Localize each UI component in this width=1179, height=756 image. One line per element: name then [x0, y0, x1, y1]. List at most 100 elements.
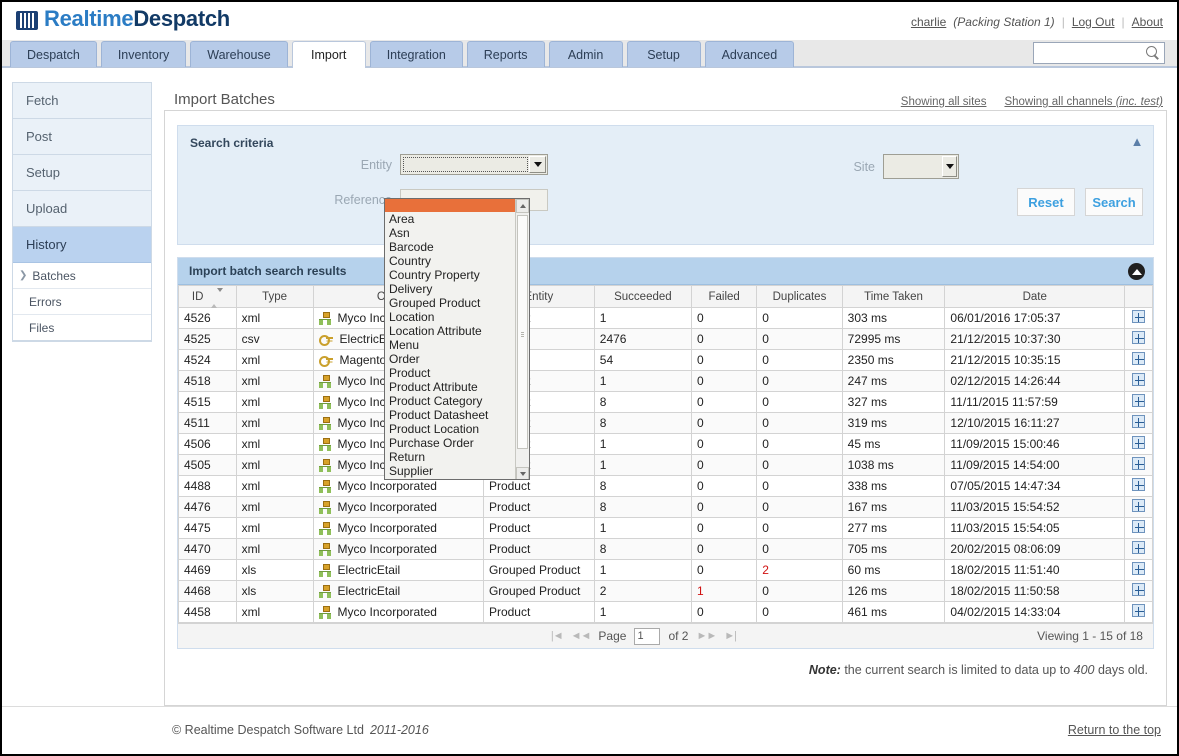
dropdown-option[interactable]: Product Location	[385, 422, 529, 436]
dropdown-option[interactable]: Area	[385, 212, 529, 226]
dropdown-option[interactable]: Purchase Order	[385, 436, 529, 450]
expand-row-icon[interactable]	[1132, 415, 1146, 428]
expand-row-icon[interactable]	[1132, 541, 1146, 554]
logout-link[interactable]: Log Out	[1072, 15, 1115, 29]
dropdown-option[interactable]: Return	[385, 450, 529, 464]
cell-expand[interactable]	[1124, 601, 1153, 623]
cell-expand[interactable]	[1124, 517, 1153, 539]
scrollbar-thumb[interactable]	[517, 215, 528, 449]
chevron-down-icon[interactable]	[942, 156, 957, 177]
site-select[interactable]	[883, 154, 959, 179]
cell-expand[interactable]	[1124, 328, 1153, 350]
dropdown-option[interactable]: Product	[385, 366, 529, 380]
expand-row-icon[interactable]	[1132, 583, 1146, 596]
table-row[interactable]: 4468 xls ElectricEtail Grouped Product 2 1 0 12…	[178, 580, 1153, 602]
sidebar-subitem-batches[interactable]: ❯ Batches	[13, 263, 151, 289]
cell-expand[interactable]	[1124, 349, 1153, 371]
user-link[interactable]: charlie	[911, 15, 946, 29]
expand-row-icon[interactable]	[1132, 436, 1146, 449]
chevron-down-icon[interactable]	[529, 156, 546, 173]
dropdown-option[interactable]: Country	[385, 254, 529, 268]
col-type[interactable]: Type	[235, 285, 314, 308]
last-page-icon[interactable]: ►|	[724, 630, 737, 642]
chevron-up-icon[interactable]: ▲	[1129, 133, 1145, 149]
dropdown-option[interactable]: Country Property	[385, 268, 529, 282]
cell-expand[interactable]	[1124, 433, 1153, 455]
expand-row-icon[interactable]	[1132, 373, 1146, 386]
dropdown-option[interactable]: Menu	[385, 338, 529, 352]
table-row[interactable]: 4488 xml Myco Incorporated Product 8 0 0 338 ms…	[178, 475, 1153, 497]
search-input[interactable]	[1034, 44, 1138, 62]
table-row[interactable]: 4476 xml Myco Incorporated Product 8 0 0 167 ms…	[178, 496, 1153, 518]
tab-import[interactable]: Import	[291, 41, 366, 68]
cell-expand[interactable]	[1124, 496, 1153, 518]
reset-button[interactable]: Reset	[1017, 188, 1075, 216]
expand-row-icon[interactable]	[1132, 562, 1146, 575]
scroll-down-icon[interactable]	[516, 467, 529, 479]
table-row[interactable]: 4525csvElectricEtailOrder24760072995 ms2…	[178, 328, 1153, 350]
dropdown-option[interactable]: Order	[385, 352, 529, 366]
dropdown-option[interactable]: Asn	[385, 226, 529, 240]
tab-warehouse[interactable]: Warehouse	[190, 41, 288, 67]
sidebar-item-setup[interactable]: Setup	[13, 155, 151, 191]
sort-icon[interactable]	[210, 287, 223, 308]
table-row[interactable]: 4518xmlMyco IncorporatedProduct100247 ms…	[178, 370, 1153, 392]
cell-expand[interactable]	[1124, 580, 1153, 602]
sidebar-item-fetch[interactable]: Fetch	[13, 83, 151, 119]
sidebar-subitem-errors[interactable]: Errors	[13, 289, 151, 315]
col-id[interactable]: ID	[178, 285, 237, 308]
tab-admin[interactable]: Admin	[548, 41, 623, 67]
expand-row-icon[interactable]	[1132, 352, 1146, 365]
cell-expand[interactable]	[1124, 559, 1153, 581]
cell-expand[interactable]	[1124, 370, 1153, 392]
table-row[interactable]: 4511xmlMyco IncorporatedProduct800319 ms…	[178, 412, 1153, 434]
dropdown-option[interactable]: Product Datasheet	[385, 408, 529, 422]
table-row[interactable]: 4469 xls ElectricEtail Grouped Product 1 0 2 60…	[178, 559, 1153, 581]
table-row[interactable]: 4524xmlMagentoOrder54002350 ms21/12/2015…	[178, 349, 1153, 371]
cell-expand[interactable]	[1124, 412, 1153, 434]
dropdown-option[interactable]: Grouped Product	[385, 296, 529, 310]
sidebar-item-upload[interactable]: Upload	[13, 191, 151, 227]
col-duplicates[interactable]: Duplicates	[756, 285, 843, 308]
expand-row-icon[interactable]	[1132, 331, 1146, 344]
col-date[interactable]: Date	[944, 285, 1126, 308]
table-row[interactable]: 4458 xml Myco Incorporated Product 1 0 0 461 ms…	[178, 601, 1153, 623]
expand-row-icon[interactable]	[1132, 499, 1146, 512]
table-row[interactable]: 4526xmlMyco IncorporatedProduct100303 ms…	[178, 307, 1153, 329]
dropdown-option[interactable]: Product Category	[385, 394, 529, 408]
col-succeeded[interactable]: Succeeded	[593, 285, 692, 308]
cell-expand[interactable]	[1124, 391, 1153, 413]
page-input[interactable]: 1	[634, 627, 661, 645]
cell-expand[interactable]	[1124, 538, 1153, 560]
tab-advanced[interactable]: Advanced	[704, 41, 795, 67]
search-icon[interactable]	[1145, 45, 1161, 61]
dropdown-option[interactable]: Location	[385, 310, 529, 324]
first-page-icon[interactable]: |◄	[551, 630, 564, 642]
dropdown-scrollbar[interactable]	[515, 199, 529, 479]
collapse-circle-icon[interactable]	[1128, 263, 1145, 280]
expand-row-icon[interactable]	[1132, 394, 1146, 407]
tab-reports[interactable]: Reports	[466, 41, 545, 67]
sidebar-item-post[interactable]: Post	[13, 119, 151, 155]
scroll-up-icon[interactable]	[516, 199, 529, 213]
global-search[interactable]	[1033, 42, 1165, 64]
table-row[interactable]: 4470 xml Myco Incorporated Product 8 0 0 705 ms…	[178, 538, 1153, 560]
about-link[interactable]: About	[1132, 15, 1163, 29]
table-row[interactable]: 4475 xml Myco Incorporated Product 1 0 0 277 ms…	[178, 517, 1153, 539]
dropdown-option[interactable]: Delivery	[385, 282, 529, 296]
table-row[interactable]: 4515xmlMyco IncorporatedProduct800327 ms…	[178, 391, 1153, 413]
dropdown-option-selected[interactable]	[385, 199, 529, 212]
tab-integration[interactable]: Integration	[369, 41, 463, 67]
expand-row-icon[interactable]	[1132, 310, 1146, 323]
expand-row-icon[interactable]	[1132, 520, 1146, 533]
col-failed[interactable]: Failed	[690, 285, 758, 308]
table-row[interactable]: 4506xmlMyco IncorporatedProduct10045 ms1…	[178, 433, 1153, 455]
dropdown-option[interactable]: Product Attribute	[385, 380, 529, 394]
expand-row-icon[interactable]	[1132, 604, 1146, 617]
expand-row-icon[interactable]	[1132, 478, 1146, 491]
showing-all-channels-link[interactable]: Showing all channels (inc. test)	[1004, 96, 1163, 108]
dropdown-option[interactable]: Location Attribute	[385, 324, 529, 338]
col-time-taken[interactable]: Time Taken	[841, 285, 946, 308]
entity-select[interactable]	[400, 154, 548, 175]
sidebar-item-history[interactable]: History	[13, 227, 151, 263]
